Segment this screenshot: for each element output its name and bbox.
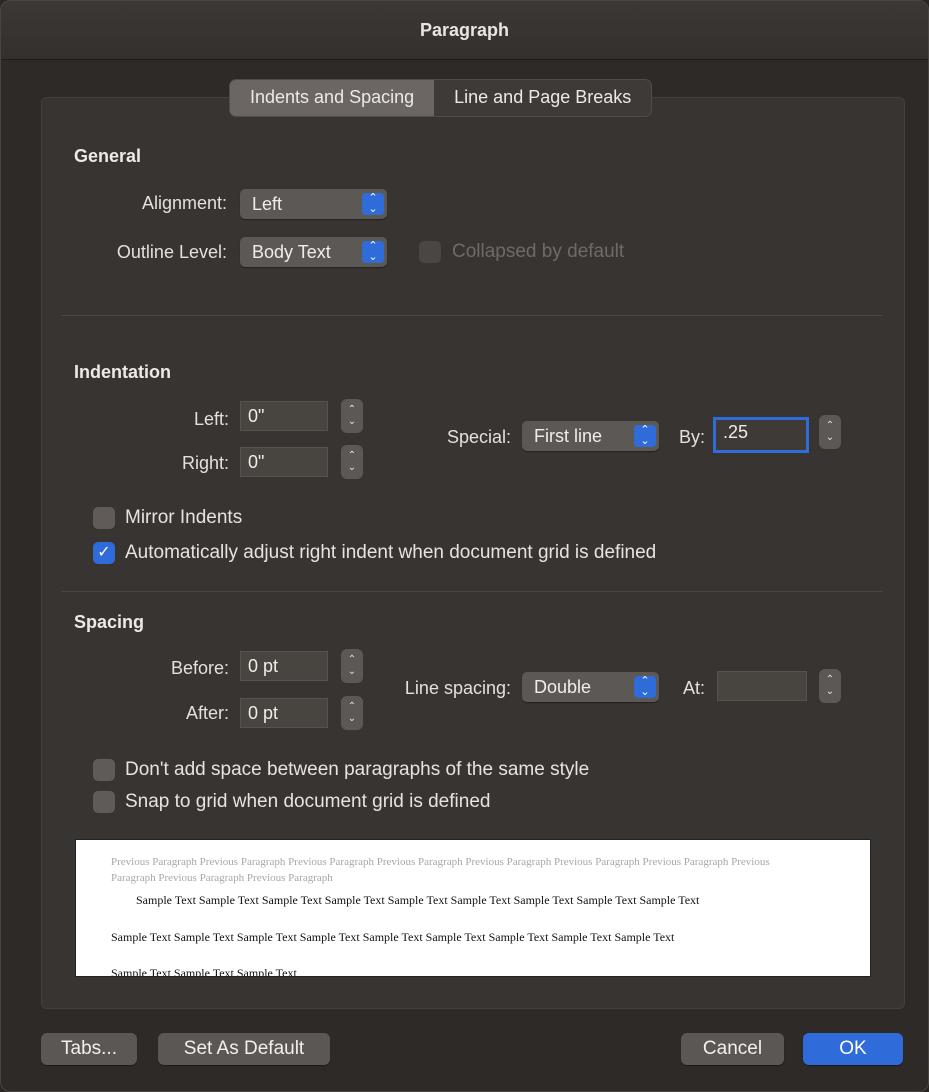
by-label: By: <box>678 427 705 447</box>
outline-level-value: Body Text <box>252 242 331 262</box>
at-label: At: <box>682 678 705 698</box>
alignment-label: Alignment: <box>141 193 227 213</box>
auto-adjust-checkbox[interactable]: ✓ <box>93 542 115 564</box>
by-field[interactable]: .25 <box>713 417 809 453</box>
tab-line-and-page-breaks[interactable]: Line and Page Breaks <box>434 80 651 116</box>
tab-bar: Indents and Spacing Line and Page Breaks <box>229 79 653 117</box>
indent-right-label: Right: <box>181 453 229 473</box>
alignment-popup[interactable]: Left ⌃ ⌄ <box>240 189 387 219</box>
general-section-title: General <box>74 146 142 166</box>
no-space-checkbox[interactable] <box>93 759 115 781</box>
section-divider <box>61 591 883 592</box>
indent-left-field[interactable]: 0" <box>240 401 328 431</box>
chevron-updown-icon: ⌃ ⌄ <box>362 193 384 215</box>
checkmark-icon: ✓ <box>97 544 111 561</box>
mirror-indents-checkbox[interactable] <box>93 507 115 529</box>
spacing-before-stepper[interactable]: ⌃ ⌄ <box>341 649 363 683</box>
dialog-title: Paragraph <box>1 1 928 60</box>
chevron-updown-icon: ⌃ ⌄ <box>634 425 656 447</box>
preview-previous-paragraph: Previous Paragraph Previous Paragraph Pr… <box>111 856 770 884</box>
chevron-updown-icon: ⌃ ⌄ <box>362 241 384 263</box>
at-stepper[interactable]: ⌃ ⌄ <box>819 669 841 703</box>
mirror-indents-label: Mirror Indents <box>125 507 243 528</box>
spacing-after-field[interactable]: 0 pt <box>240 698 328 728</box>
spacing-after-stepper[interactable]: ⌃ ⌄ <box>341 696 363 730</box>
section-divider <box>61 315 883 316</box>
outline-level-popup[interactable]: Body Text ⌃ ⌄ <box>240 237 387 267</box>
cancel-button[interactable]: Cancel <box>681 1033 784 1065</box>
indent-left-label: Left: <box>193 409 229 429</box>
no-space-label: Don't add space between paragraphs of th… <box>125 759 590 780</box>
line-spacing-label: Line spacing: <box>404 678 511 698</box>
alignment-value: Left <box>252 194 283 214</box>
line-spacing-value: Double <box>534 677 592 697</box>
set-as-default-button[interactable]: Set As Default <box>158 1033 330 1065</box>
indent-right-field[interactable]: 0" <box>240 447 328 477</box>
indent-right-stepper[interactable]: ⌃ ⌄ <box>341 445 363 479</box>
collapsed-label: Collapsed by default <box>452 241 625 262</box>
spacing-before-field[interactable]: 0 pt <box>240 651 328 681</box>
spacing-section-title: Spacing <box>74 612 145 632</box>
tabs-button[interactable]: Tabs... <box>41 1033 137 1065</box>
ok-button[interactable]: OK <box>803 1033 903 1065</box>
paragraph-dialog: Paragraph Indents and Spacing Line and P… <box>0 0 929 1092</box>
preview-box: Previous Paragraph Previous Paragraph Pr… <box>75 839 871 977</box>
special-label: Special: <box>446 427 511 447</box>
line-spacing-popup[interactable]: Double ⌃ ⌄ <box>522 672 659 702</box>
preview-sample-line: Sample Text Sample Text Sample Text <box>111 966 297 977</box>
spacing-after-label: After: <box>185 703 229 723</box>
spacing-before-label: Before: <box>170 658 229 678</box>
collapsed-checkbox[interactable] <box>419 241 441 263</box>
special-popup[interactable]: First line ⌃ ⌄ <box>522 421 659 451</box>
auto-adjust-label: Automatically adjust right indent when d… <box>125 542 657 563</box>
indent-left-stepper[interactable]: ⌃ ⌄ <box>341 399 363 433</box>
chevron-updown-icon: ⌃ ⌄ <box>634 676 656 698</box>
outline-level-label: Outline Level: <box>116 242 227 262</box>
preview-sample-line: Sample Text Sample Text Sample Text Samp… <box>136 893 700 907</box>
snap-to-grid-checkbox[interactable] <box>93 791 115 813</box>
preview-sample-line: Sample Text Sample Text Sample Text Samp… <box>111 930 675 944</box>
by-stepper[interactable]: ⌃ ⌄ <box>819 415 841 449</box>
snap-to-grid-label: Snap to grid when document grid is defin… <box>125 791 491 812</box>
at-field[interactable] <box>717 671 807 701</box>
indentation-section-title: Indentation <box>74 362 171 382</box>
special-value: First line <box>534 426 603 446</box>
tab-indents-and-spacing[interactable]: Indents and Spacing <box>230 80 435 116</box>
